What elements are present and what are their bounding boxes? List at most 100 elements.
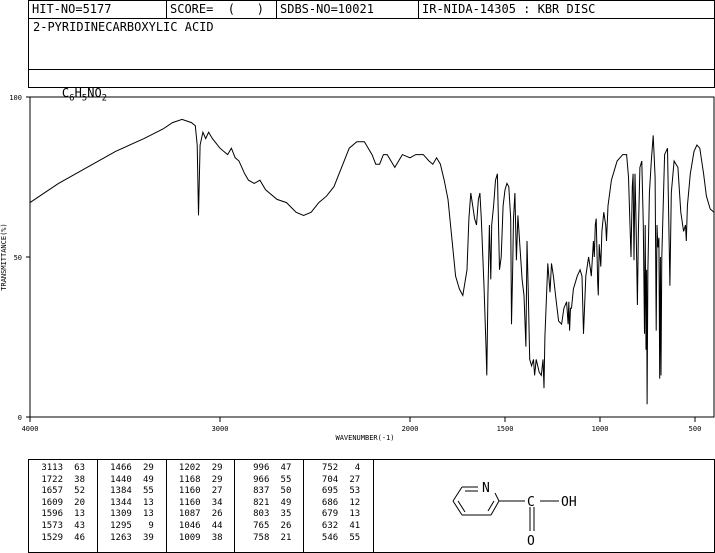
peak-row: 1160 34	[167, 498, 235, 510]
peak-row: 996 47	[235, 463, 303, 475]
peak-transmittance: 38	[211, 532, 223, 543]
peak-row: 1384 55	[98, 486, 166, 498]
peak-row: 752 4	[304, 463, 373, 475]
peak-row: 803 35	[235, 509, 303, 521]
peak-transmittance: 38	[74, 474, 85, 485]
peak-wavenumber: 1160	[178, 497, 201, 508]
peak-wavenumber: 3113	[41, 463, 63, 473]
peak-wavenumber: 1046	[178, 520, 201, 531]
peak-row: 1657 52	[29, 486, 97, 498]
peak-row: 1309 13	[98, 509, 166, 521]
peak-transmittance: 26	[211, 509, 223, 520]
peak-row: 1168 29	[167, 475, 235, 487]
pyridine-ring	[452, 486, 559, 531]
peak-wavenumber: 1573	[41, 520, 63, 531]
x-tick-label: 1000	[592, 425, 609, 433]
peak-row: 1046 44	[167, 521, 235, 533]
y-tick-label: 50	[14, 254, 22, 262]
peak-wavenumber: 752	[321, 463, 339, 473]
peak-row: 1160 27	[167, 486, 235, 498]
peak-wavenumber: 966	[253, 474, 270, 485]
peak-row: 1596 13	[29, 509, 97, 521]
peak-transmittance: 53	[349, 486, 361, 497]
peak-row: 546 55	[304, 533, 373, 545]
peak-transmittance: 63	[74, 463, 85, 473]
x-axis-title: WAVENUMBER(-1)	[335, 434, 394, 442]
peak-wavenumber: 1168	[178, 474, 201, 485]
peak-transmittance: 13	[142, 497, 154, 508]
spectrum-line	[29, 118, 715, 405]
nitrogen-label: N	[482, 481, 490, 496]
peak-row: 704 27	[304, 475, 373, 487]
peak-transmittance: 44	[211, 520, 223, 531]
peak-transmittance: 34	[211, 497, 223, 508]
peak-wavenumber: 679	[321, 509, 339, 520]
peak-transmittance: 26	[280, 520, 292, 531]
peak-row: 686 12	[304, 498, 373, 510]
picolinic-acid-structure: N C OH O	[452, 481, 577, 549]
peak-row: 966 55	[235, 475, 303, 487]
peak-wavenumber: 1657	[41, 486, 63, 497]
peak-table: 3113 63 1722 38 1657 52 1609 20 1596 13 1573 43 1529…	[28, 459, 374, 553]
peak-row: 1295 9	[98, 521, 166, 533]
peak-wavenumber: 1722	[41, 474, 63, 485]
peak-row: 1609 20	[29, 498, 97, 510]
x-tick-label: 2000	[402, 425, 419, 433]
peak-wavenumber: 546	[321, 532, 339, 543]
peak-transmittance: 9	[148, 520, 154, 531]
peak-wavenumber: 704	[321, 474, 339, 485]
peak-transmittance: 55	[142, 486, 154, 497]
peak-transmittance: 27	[211, 486, 223, 497]
peak-wavenumber: 1309	[110, 509, 132, 520]
peak-transmittance: 4	[354, 463, 361, 473]
peak-transmittance: 43	[74, 520, 85, 531]
peak-row: 1202 29	[167, 463, 235, 475]
peak-wavenumber: 695	[321, 486, 339, 497]
peak-wavenumber: 1009	[178, 532, 201, 543]
peak-column: 3113 63 1722 38 1657 52 1609 20 1596 13 1573 43 1529…	[29, 460, 98, 552]
peak-wavenumber: 758	[253, 532, 270, 543]
peak-transmittance: 35	[280, 509, 292, 520]
peak-row: 765 26	[235, 521, 303, 533]
peak-wavenumber: 837	[253, 486, 270, 497]
peak-transmittance: 52	[74, 486, 85, 497]
y-tick-label: 0	[18, 414, 22, 422]
peak-wavenumber: 1384	[110, 486, 132, 497]
hydroxyl-label: OH	[561, 495, 577, 510]
ir-spectrum-chart: 0 50 100 4000 3000 2000 1500 1000 500 WAVENUMBE…	[0, 94, 715, 442]
peak-wavenumber: 1160	[178, 486, 201, 497]
peak-wavenumber: 1344	[110, 497, 132, 508]
peak-wavenumber: 1466	[110, 463, 132, 473]
peak-row: 837 50	[235, 486, 303, 498]
peak-row: 1344 13	[98, 498, 166, 510]
peak-column: 1202 29 1168 29 1160 27 1160 34 1087 26 1046 44 1009…	[167, 460, 236, 552]
x-tick-label: 500	[689, 425, 702, 433]
peak-row: 632 41	[304, 521, 373, 533]
y-axis-ticks: 0 50 100	[9, 94, 30, 422]
peak-wavenumber: 1596	[41, 509, 63, 520]
peak-transmittance: 47	[280, 463, 292, 473]
peak-row: 1573 43	[29, 521, 97, 533]
peak-columns: 3113 63 1722 38 1657 52 1609 20 1596 13 1573 43 1529…	[29, 460, 373, 552]
x-tick-label: 4000	[22, 425, 39, 433]
peak-row: 1440 49	[98, 475, 166, 487]
peak-wavenumber: 1263	[110, 532, 132, 543]
peak-transmittance: 12	[349, 497, 361, 508]
peak-wavenumber: 803	[253, 509, 270, 520]
peak-wavenumber: 765	[253, 520, 270, 531]
peak-transmittance: 55	[280, 474, 292, 485]
peak-wavenumber: 1295	[110, 520, 132, 531]
peak-wavenumber: 1202	[178, 463, 201, 473]
peak-transmittance: 55	[349, 532, 361, 543]
peak-row: 679 13	[304, 509, 373, 521]
peak-column: 752 4 704 27 695 53 686 12 679 13 632 41 546 55	[304, 460, 373, 552]
peak-transmittance: 49	[142, 474, 154, 485]
peak-wavenumber: 996	[253, 463, 270, 473]
peak-row: 821 49	[235, 498, 303, 510]
peak-transmittance: 39	[142, 532, 154, 543]
peak-transmittance: 29	[211, 463, 223, 473]
peak-column: 996 47 966 55 837 50 821 49 803 35 765 26 758 21	[235, 460, 305, 552]
peak-row: 695 53	[304, 486, 373, 498]
peak-transmittance: 20	[74, 497, 85, 508]
peak-row: 1529 46	[29, 533, 97, 545]
